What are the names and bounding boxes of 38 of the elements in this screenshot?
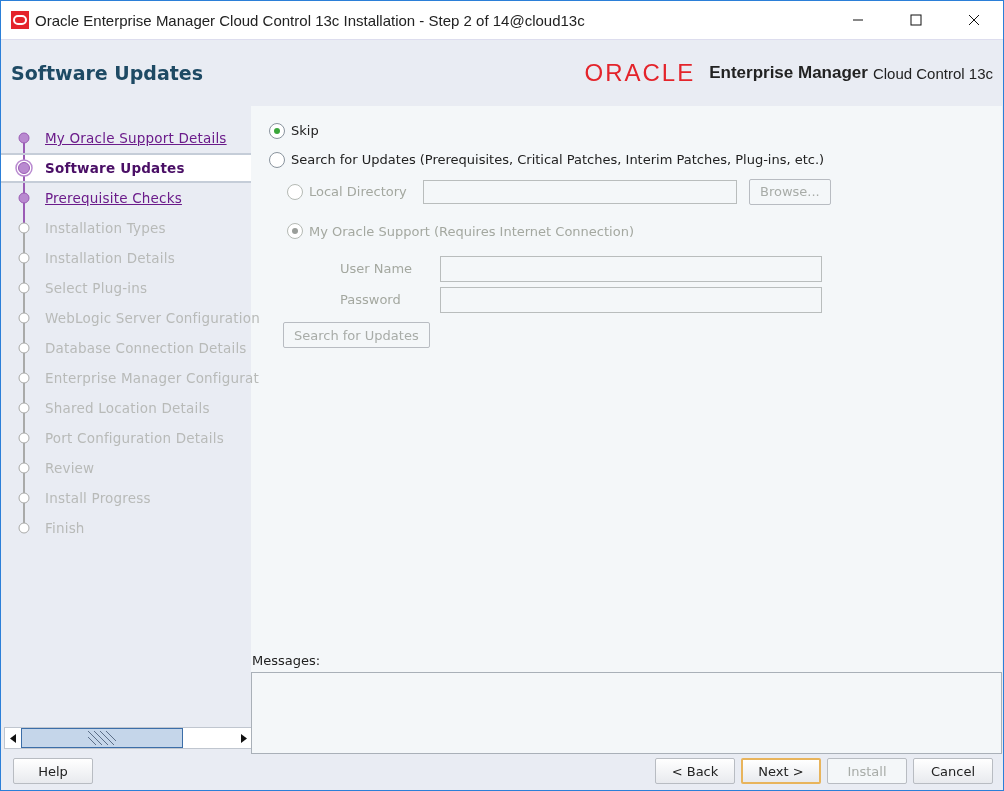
step-label: Port Configuration Details (45, 430, 224, 446)
page-title: Software Updates (11, 62, 205, 84)
radio-button[interactable] (269, 151, 285, 168)
app-icon (11, 11, 29, 29)
step-label: WebLogic Server Configuration (45, 310, 260, 326)
scrollbar-thumb[interactable] (21, 728, 183, 748)
step-label: Finish (45, 520, 85, 536)
close-icon (968, 14, 980, 26)
messages-label: Messages: (252, 653, 321, 668)
step-label: Review (45, 460, 95, 476)
brand-logo: ORACLE (584, 59, 696, 87)
dialog-button[interactable]: < Back (655, 758, 735, 784)
product-subtitle: Cloud Control 13c (872, 64, 993, 82)
step-label: Installation Details (45, 250, 175, 266)
dialog-button[interactable]: Help (13, 758, 93, 784)
radio-button[interactable] (269, 122, 285, 139)
step-label[interactable]: Prerequisite Checks (45, 190, 182, 206)
option-label[interactable]: Search for Updates (Prerequisites, Critical Patches, Interim Patches, Plug-ins, etc.) (291, 152, 825, 167)
input-field[interactable] (440, 286, 822, 313)
dialog-button[interactable]: Cancel (913, 758, 993, 784)
field-label: Password (340, 292, 402, 307)
maximize-icon (910, 14, 922, 26)
step-label: Select Plug-ins (45, 280, 148, 296)
step-label: Enterprise Manager Configurat (45, 370, 259, 386)
minimize-icon (852, 19, 864, 21)
step-label[interactable]: My Oracle Support Details (45, 130, 227, 146)
step-label: Database Connection Details (45, 340, 247, 356)
product-name: Enterprise Manager (709, 63, 868, 83)
step-label: Installation Types (45, 220, 166, 236)
field-label: User Name (340, 261, 414, 276)
dialog-button[interactable]: Next > (741, 758, 821, 784)
input-field[interactable] (440, 255, 822, 282)
horizontal-scrollbar[interactable] (4, 727, 253, 749)
step-label: Shared Location Details (45, 400, 210, 416)
step-label: Install Progress (45, 490, 151, 506)
window-title: Oracle Enterprise Manager Cloud Control 13c Installation - Step 2 of 14@cloud13c (35, 11, 586, 29)
option-label[interactable]: Skip (291, 123, 319, 138)
directory-field[interactable] (423, 179, 737, 204)
